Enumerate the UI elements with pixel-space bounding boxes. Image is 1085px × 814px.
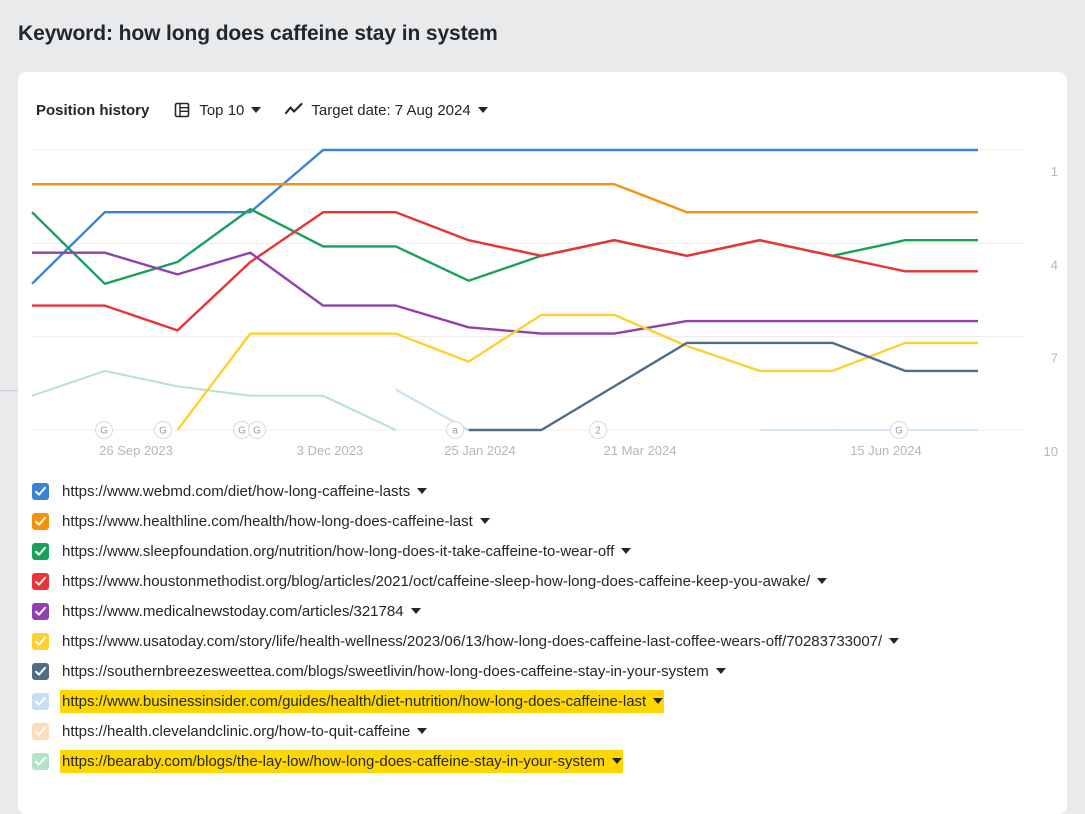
y-axis-tick-label: 4: [1051, 257, 1058, 272]
chevron-down-icon[interactable]: [889, 638, 899, 644]
legend-item-label[interactable]: https://southernbreezesweettea.com/blogs…: [60, 660, 727, 683]
series-checkbox[interactable]: [32, 573, 49, 590]
y-axis-tick-label: 1: [1051, 164, 1058, 179]
legend-item[interactable]: https://bearaby.com/blogs/the-lay-low/ho…: [32, 746, 1067, 776]
check-icon: [34, 515, 47, 528]
event-marker-label: G: [238, 426, 246, 437]
legend-item[interactable]: https://www.businessinsider.com/guides/h…: [32, 686, 1067, 716]
chevron-down-icon[interactable]: [621, 548, 631, 554]
chart-toolbar: Position history Top 10 Target date: 7 A…: [18, 72, 1067, 124]
x-axis-tick-label: 15 Jun 2024: [850, 443, 922, 458]
left-rail: [0, 72, 18, 814]
check-icon: [34, 575, 47, 588]
chevron-down-icon[interactable]: [653, 698, 663, 704]
y-axis-tick-label: 10: [1044, 444, 1058, 459]
series-checkbox[interactable]: [32, 753, 49, 770]
series-legend: https://www.webmd.com/diet/how-long-caff…: [18, 468, 1067, 776]
target-date-label: Target date: 7 Aug 2024: [311, 102, 470, 119]
chevron-down-icon: [478, 107, 488, 113]
check-icon: [34, 485, 47, 498]
x-axis-tick-label: 3 Dec 2023: [297, 443, 364, 458]
legend-item-label[interactable]: https://bearaby.com/blogs/the-lay-low/ho…: [60, 750, 623, 773]
chart-title: Position history: [36, 102, 149, 119]
series-checkbox[interactable]: [32, 633, 49, 650]
series-line: [469, 343, 978, 430]
event-marker-ahrefs-event[interactable]: a: [447, 422, 464, 439]
check-icon: [34, 725, 47, 738]
legend-item-label[interactable]: https://health.clevelandclinic.org/how-t…: [60, 720, 428, 743]
event-marker-google-update[interactable]: G: [249, 422, 266, 439]
check-icon: [34, 605, 47, 618]
legend-item[interactable]: https://www.sleepfoundation.org/nutritio…: [32, 536, 1067, 566]
trendline-icon: [285, 101, 303, 119]
event-marker-count-event[interactable]: 2: [590, 422, 607, 439]
event-marker-google-update[interactable]: G: [155, 422, 172, 439]
legend-item-label[interactable]: https://www.healthline.com/health/how-lo…: [60, 510, 491, 533]
chevron-down-icon[interactable]: [612, 758, 622, 764]
x-axis-tick-label: 26 Sep 2023: [99, 443, 173, 458]
event-marker-label: G: [159, 426, 167, 437]
chevron-down-icon[interactable]: [411, 608, 421, 614]
left-rail-divider: [0, 390, 18, 391]
legend-item-label[interactable]: https://www.webmd.com/diet/how-long-caff…: [60, 480, 428, 503]
series-line: [32, 371, 396, 430]
legend-item[interactable]: https://health.clevelandclinic.org/how-t…: [32, 716, 1067, 746]
position-history-card: Position history Top 10 Target date: 7 A…: [18, 72, 1067, 814]
chart-svg: 1 4 7 10 26 Sep 2023 3 Dec 2023 25 Jan 2024 21 …: [18, 138, 1067, 468]
page-title: Keyword: how long does caffeine stay in …: [0, 0, 1085, 46]
check-icon: [34, 755, 47, 768]
legend-item[interactable]: https://www.houstonmethodist.org/blog/ar…: [32, 566, 1067, 596]
chevron-down-icon[interactable]: [417, 488, 427, 494]
chevron-down-icon[interactable]: [716, 668, 726, 674]
series-checkbox[interactable]: [32, 663, 49, 680]
legend-item-label[interactable]: https://www.businessinsider.com/guides/h…: [60, 690, 664, 713]
legend-item[interactable]: https://southernbreezesweettea.com/blogs…: [32, 656, 1067, 686]
legend-item-label[interactable]: https://www.houstonmethodist.org/blog/ar…: [60, 570, 828, 593]
check-icon: [34, 635, 47, 648]
chevron-down-icon: [251, 107, 261, 113]
event-marker-label: G: [895, 426, 903, 437]
series-line: [32, 184, 978, 212]
event-marker-google-update[interactable]: G: [234, 422, 251, 439]
x-axis-tick-label: 21 Mar 2024: [604, 443, 677, 458]
series-checkbox[interactable]: [32, 603, 49, 620]
check-icon: [34, 545, 47, 558]
top-filter-label: Top 10: [199, 102, 244, 119]
series-line: [32, 253, 978, 334]
x-axis-tick-label: 25 Jan 2024: [444, 443, 516, 458]
legend-item-label[interactable]: https://www.medicalnewstoday.com/article…: [60, 600, 422, 623]
target-date-dropdown[interactable]: Target date: 7 Aug 2024: [285, 101, 487, 119]
check-icon: [34, 695, 47, 708]
legend-item[interactable]: https://www.webmd.com/diet/how-long-caff…: [32, 476, 1067, 506]
table-icon: [173, 101, 191, 119]
position-history-chart: 1 4 7 10 26 Sep 2023 3 Dec 2023 25 Jan 2024 21 …: [18, 138, 1067, 468]
legend-item[interactable]: https://www.medicalnewstoday.com/article…: [32, 596, 1067, 626]
chevron-down-icon[interactable]: [817, 578, 827, 584]
chevron-down-icon[interactable]: [480, 518, 490, 524]
event-marker-label: G: [253, 426, 261, 437]
event-marker-label: G: [100, 426, 108, 437]
top-filter-dropdown[interactable]: Top 10: [173, 101, 261, 119]
series-checkbox[interactable]: [32, 723, 49, 740]
check-icon: [34, 665, 47, 678]
series-line: [32, 212, 978, 330]
legend-item[interactable]: https://www.usatoday.com/story/life/heal…: [32, 626, 1067, 656]
event-marker-label: a: [452, 426, 458, 437]
legend-item[interactable]: https://www.healthline.com/health/how-lo…: [32, 506, 1067, 536]
event-marker-label: 2: [595, 426, 601, 437]
series-checkbox[interactable]: [32, 693, 49, 710]
legend-item-label[interactable]: https://www.sleepfoundation.org/nutritio…: [60, 540, 632, 563]
event-marker-google-update[interactable]: G: [96, 422, 113, 439]
event-marker-google-update[interactable]: G: [891, 422, 908, 439]
series-checkbox[interactable]: [32, 513, 49, 530]
series-checkbox[interactable]: [32, 483, 49, 500]
y-axis-tick-label: 7: [1051, 351, 1058, 366]
series-line: [178, 315, 979, 430]
legend-item-label[interactable]: https://www.usatoday.com/story/life/heal…: [60, 630, 900, 653]
series-checkbox[interactable]: [32, 543, 49, 560]
chevron-down-icon[interactable]: [417, 728, 427, 734]
